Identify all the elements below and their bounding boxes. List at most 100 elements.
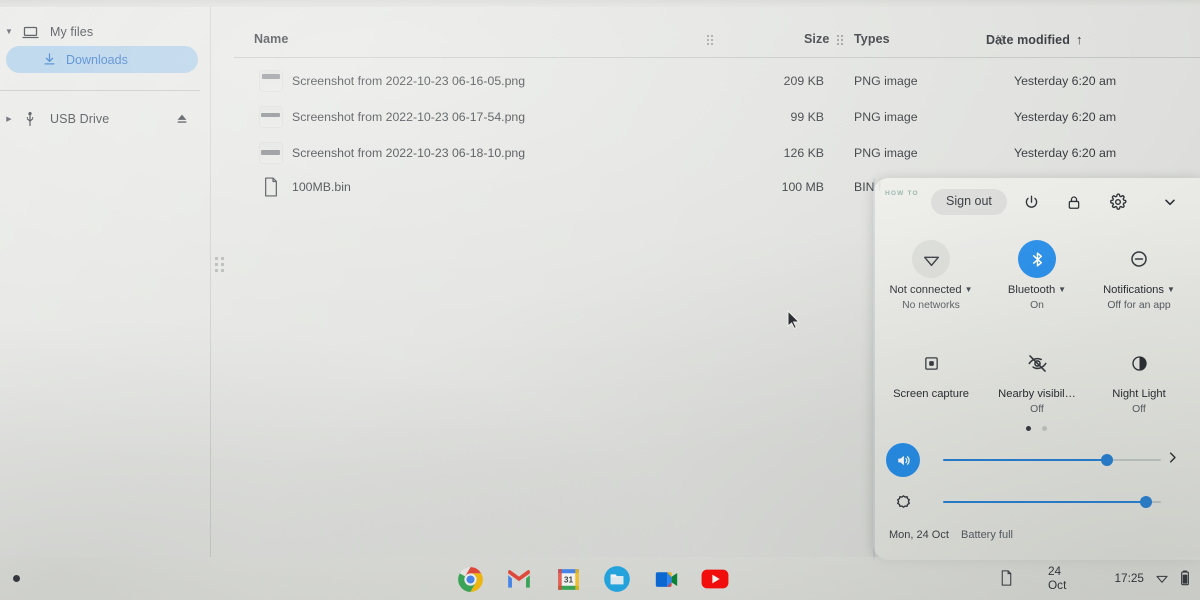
- file-type: PNG image: [854, 110, 918, 124]
- tile-label: Nearby visibil…: [998, 388, 1076, 400]
- tile-notifications[interactable]: Notifications ▼ Off for an app: [1087, 240, 1191, 311]
- calendar-icon[interactable]: 31: [553, 564, 583, 594]
- tile-label: Night Light: [1112, 388, 1166, 400]
- tile-label: Notifications ▼: [1103, 284, 1175, 296]
- sidebar-drag-handle[interactable]: [213, 253, 226, 275]
- laptop-icon: [16, 24, 44, 41]
- files-icon[interactable]: [602, 564, 632, 594]
- arrow-cursor: [787, 309, 801, 335]
- brightness-slider-knob[interactable]: [1139, 496, 1152, 508]
- tray-time[interactable]: 17:25: [1114, 571, 1144, 585]
- tile-bluetooth[interactable]: Bluetooth ▼ On: [985, 240, 1089, 311]
- do-not-disturb-icon: [1120, 240, 1158, 278]
- screen-top-bezel: [0, 0, 1200, 7]
- battery-status-label: Battery full: [961, 529, 1013, 541]
- download-icon: [34, 52, 64, 67]
- gmail-icon[interactable]: [504, 564, 534, 594]
- page-dot[interactable]: [1042, 426, 1047, 431]
- gear-icon[interactable]: [1105, 189, 1131, 215]
- image-thumbnail-icon: [260, 67, 282, 93]
- tile-network[interactable]: Not connected ▼ No networks: [879, 240, 983, 311]
- chevron-down-icon[interactable]: ▼: [1167, 285, 1175, 294]
- file-name: Screenshot from 2022-10-23 06-18-10.png: [292, 146, 526, 160]
- youtube-icon[interactable]: [700, 564, 730, 594]
- meet-icon[interactable]: [651, 564, 681, 594]
- power-icon[interactable]: [1018, 189, 1044, 215]
- sidebar-resize-divider: [210, 5, 211, 557]
- table-row[interactable]: Screenshot from 2022-10-23 06-16-05.png …: [234, 63, 1200, 99]
- volume-icon[interactable]: [886, 443, 920, 477]
- tile-label: Bluetooth ▼: [1007, 284, 1067, 296]
- column-header-size[interactable]: Size: [804, 32, 829, 46]
- chevron-down-icon[interactable]: ▼: [1058, 285, 1066, 294]
- volume-slider-knob[interactable]: [1100, 454, 1113, 466]
- volume-slider-track[interactable]: [943, 454, 1161, 466]
- battery-icon[interactable]: [1180, 570, 1190, 586]
- table-row[interactable]: Screenshot from 2022-10-23 06-18-10.png …: [234, 135, 1200, 171]
- chevron-right-icon[interactable]: [1161, 446, 1183, 468]
- wifi-triangle-icon[interactable]: [1155, 571, 1169, 585]
- expander-triangle-right-icon[interactable]: ▶: [2, 116, 16, 123]
- launcher-indicator[interactable]: [13, 575, 20, 582]
- volume-slider-row[interactable]: [873, 440, 1200, 482]
- expander-triangle-down-icon[interactable]: ▼: [2, 28, 16, 36]
- file-type: PNG image: [854, 74, 918, 88]
- sidebar-divider: [0, 90, 200, 91]
- tile-sublabel: Off for an app: [1107, 299, 1171, 311]
- tile-label: Screen capture: [893, 388, 969, 400]
- file-name: Screenshot from 2022-10-23 06-17-54.png: [292, 110, 526, 124]
- column-header-name[interactable]: Name: [254, 32, 288, 46]
- tray-date[interactable]: 24 Oct: [1048, 564, 1080, 592]
- brightness-slider-track[interactable]: [943, 496, 1161, 508]
- column-resize-grip-name[interactable]: [707, 35, 714, 46]
- file-date-modified: Yesterday 6:20 am: [1014, 74, 1117, 88]
- shelf-app-icons: 31: [455, 564, 745, 594]
- chevron-down-icon[interactable]: ▼: [965, 285, 973, 294]
- brightness-icon[interactable]: [886, 485, 920, 519]
- files-sidebar: ▼ My files Downloads ▶ USB Drive: [0, 5, 212, 557]
- status-tray[interactable]: 24 Oct 17:25: [1000, 564, 1190, 592]
- file-type: PNG image: [854, 146, 918, 160]
- file-size: 100 MB: [781, 180, 824, 194]
- tile-night-light[interactable]: Night Light Off: [1087, 344, 1191, 415]
- tile-screen-capture[interactable]: Screen capture: [879, 344, 983, 404]
- tile-sublabel: Off: [1132, 403, 1146, 415]
- tile-nearby-visibility[interactable]: Nearby visibil… Off: [985, 344, 1089, 415]
- table-row[interactable]: Screenshot from 2022-10-23 06-17-54.png …: [234, 99, 1200, 135]
- lock-icon[interactable]: [1061, 189, 1087, 215]
- chrome-icon[interactable]: [455, 564, 485, 594]
- wifi-off-icon: [912, 240, 950, 278]
- file-size: 126 KB: [783, 146, 824, 160]
- file-date-modified: Yesterday 6:20 am: [1014, 146, 1117, 160]
- calendar-day-number: 31: [563, 574, 573, 584]
- shelf: 31 24 Oct 17:25: [0, 557, 1200, 600]
- sort-ascending-arrow-icon: ↑: [1075, 32, 1083, 47]
- column-header-types[interactable]: Types: [854, 32, 890, 46]
- date-label: Mon, 24 Oct: [889, 529, 949, 541]
- sidebar-item-my-files[interactable]: ▼ My files: [0, 17, 212, 47]
- eject-icon[interactable]: [172, 109, 192, 129]
- brightness-slider-row[interactable]: [873, 482, 1200, 524]
- image-thumbnail-icon: [260, 103, 282, 129]
- column-resize-grip-types[interactable]: [997, 35, 1004, 46]
- file-icon[interactable]: [1000, 570, 1013, 586]
- sidebar-item-label: Downloads: [66, 52, 128, 67]
- tile-sublabel: On: [1030, 299, 1044, 311]
- column-resize-grip-size[interactable]: [837, 35, 844, 46]
- file-name: Screenshot from 2022-10-23 06-16-05.png: [292, 74, 526, 88]
- nearby-hidden-icon: [1018, 344, 1056, 382]
- sidebar-item-downloads[interactable]: Downloads: [6, 46, 198, 73]
- quick-settings-header: Sign out: [873, 186, 1200, 226]
- sidebar-item-label: USB Drive: [50, 112, 110, 126]
- file-size: 99 KB: [790, 110, 825, 124]
- tile-sublabel: Off: [1030, 403, 1044, 415]
- chevron-down-icon[interactable]: [1157, 189, 1183, 215]
- file-list-column-headers: Name Size Types Date modified ↑: [234, 13, 1200, 57]
- page-dot-active[interactable]: [1026, 426, 1031, 431]
- sign-out-button[interactable]: Sign out: [931, 189, 1007, 215]
- tile-label: Not connected ▼: [889, 284, 973, 296]
- header-separator: [234, 57, 1200, 58]
- tile-sublabel: No networks: [902, 299, 960, 311]
- generic-file-icon: [260, 173, 282, 199]
- page-indicator-dots: [873, 426, 1200, 431]
